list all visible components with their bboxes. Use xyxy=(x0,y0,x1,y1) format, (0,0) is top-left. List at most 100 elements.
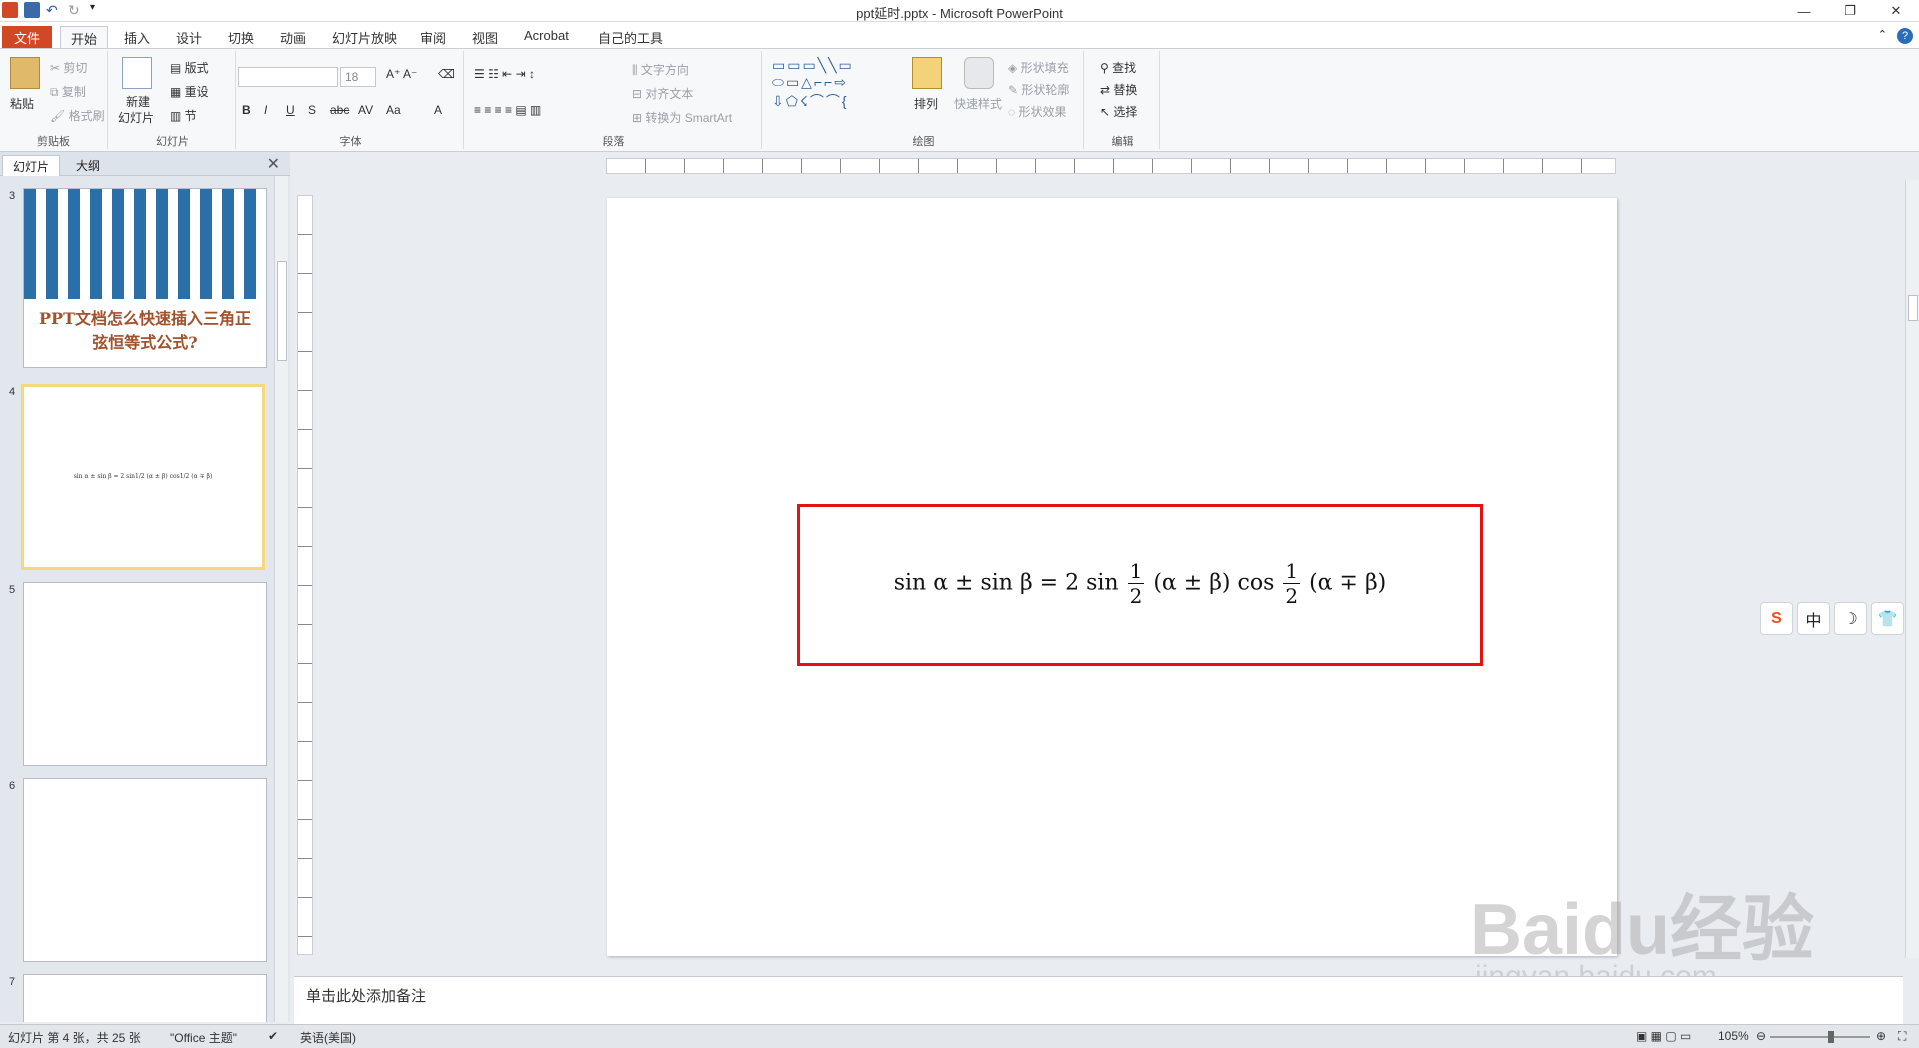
notes-pane[interactable]: 单击此处添加备注 xyxy=(294,976,1903,1024)
slides-pane-scrollbar[interactable] xyxy=(274,176,288,1022)
tab-view[interactable]: 视图 xyxy=(462,26,508,48)
fraction-denominator: 2 xyxy=(1129,584,1143,608)
close-pane-icon[interactable]: ✕ xyxy=(267,154,280,174)
slide-thumbnail-6[interactable] xyxy=(23,778,267,962)
vertical-ruler xyxy=(297,195,313,955)
smartart-button[interactable]: ⊞ 转换为 SmartArt xyxy=(632,109,732,126)
italic-button[interactable]: I xyxy=(264,103,267,117)
replace-button[interactable]: ⇄ 替换 xyxy=(1100,81,1137,98)
horizontal-ruler xyxy=(606,158,1616,174)
paragraph-label: 段落 xyxy=(602,136,625,148)
language-indicator[interactable]: 英语(美国) xyxy=(300,1029,356,1046)
tab-transitions[interactable]: 切换 xyxy=(218,26,264,48)
cut-button[interactable]: ✂ 剪切 xyxy=(50,59,87,76)
slide-canvas[interactable]: sin α ± sin β = 2 sin 12 (α ± β) cos 12 … xyxy=(607,198,1617,956)
reset-button[interactable]: ▦ 重设 xyxy=(170,83,209,100)
tab-acrobat[interactable]: Acrobat xyxy=(514,26,579,48)
smartart-icon: ⊞ xyxy=(632,111,646,125)
grow-font-button[interactable]: A⁺ A⁻ xyxy=(386,67,417,81)
tab-slides-pane[interactable]: 幻灯片 xyxy=(2,155,61,176)
formula-mid: (α ± β) cos xyxy=(1153,570,1275,596)
font-name-combo[interactable] xyxy=(238,67,338,87)
zoom-out-icon[interactable]: ⊖ xyxy=(1756,1029,1766,1043)
bullets-button[interactable]: ☰ ☷ ⇤ ⇥ ↕ xyxy=(474,67,535,81)
slide-thumbnail-5[interactable] xyxy=(23,582,267,766)
tab-insert[interactable]: 插入 xyxy=(114,26,160,48)
font-size-combo[interactable]: 18 xyxy=(340,67,376,87)
window-title: ppt延时.pptx - Microsoft PowerPoint xyxy=(856,6,1063,21)
shape-outline-button[interactable]: ✎ 形状轮廓 xyxy=(1008,81,1069,98)
shirt-icon[interactable]: 👕 xyxy=(1871,602,1904,635)
tab-home[interactable]: 开始 xyxy=(60,26,109,48)
scrollbar-thumb[interactable] xyxy=(277,261,287,361)
slide-thumbnail-4[interactable]: sin α ± sin β = 2 sin1/2 (α ± β) cos1/2 … xyxy=(21,384,265,570)
zoom-level[interactable]: 105% xyxy=(1718,1029,1749,1043)
shadow-button[interactable]: S xyxy=(308,103,316,117)
editing-group: ⚲ 查找 ⇄ 替换 ↖ 选择 编辑 xyxy=(1086,51,1160,149)
slide-thumbnail-7[interactable] xyxy=(23,974,267,1022)
sogou-logo-icon[interactable]: S xyxy=(1760,602,1793,635)
change-case-button[interactable]: Aa xyxy=(386,103,401,117)
tab-review[interactable]: 审阅 xyxy=(410,26,456,48)
restore-button[interactable]: ❐ xyxy=(1827,0,1873,22)
paste-button[interactable]: 粘贴 xyxy=(10,95,34,112)
char-spacing-button[interactable]: AV xyxy=(358,103,373,117)
tab-slideshow[interactable]: 幻灯片放映 xyxy=(322,26,407,48)
clipboard-group: 粘贴 ✂ 剪切 ⧉ 复制 🖌 格式刷 剪贴板 xyxy=(0,51,108,149)
strikethrough-button[interactable]: abc xyxy=(330,103,349,117)
clear-format-icon[interactable]: ⌫ xyxy=(438,67,455,81)
copy-button[interactable]: ⧉ 复制 xyxy=(50,83,86,100)
slide-thumbnail-3[interactable]: PPT文档怎么快速插入三角正弦恒等式公式? xyxy=(23,188,267,368)
slide-scrollbar[interactable] xyxy=(1905,180,1919,958)
font-color-button[interactable]: A xyxy=(434,103,442,117)
formula-prefix: sin α ± sin β = 2 sin xyxy=(893,570,1119,596)
spellcheck-icon[interactable]: ✔ xyxy=(268,1029,278,1043)
slides-pane-tabs: 幻灯片 大纲 ✕ xyxy=(0,152,290,176)
zoom-slider-knob[interactable] xyxy=(1828,1031,1834,1043)
align-text-button[interactable]: ⊟ 对齐文本 xyxy=(632,85,693,102)
minimize-ribbon-icon[interactable]: ⌃ xyxy=(1878,28,1887,44)
new-slide-label[interactable]: 新建 xyxy=(126,93,150,110)
shape-fill-button[interactable]: ◈ 形状填充 xyxy=(1008,59,1069,76)
tab-design[interactable]: 设计 xyxy=(166,26,212,48)
moon-icon[interactable]: ☽ xyxy=(1834,602,1867,635)
align-buttons[interactable]: ≡ ≡ ≡ ≡ ▤ ▥ xyxy=(474,103,541,117)
underline-button[interactable]: U xyxy=(286,103,295,117)
reset-icon: ▦ xyxy=(170,85,185,99)
view-buttons[interactable]: ▣ ▦ ▢ ▭ xyxy=(1636,1029,1691,1043)
help-icon[interactable]: ? xyxy=(1897,28,1913,44)
equation[interactable]: sin α ± sin β = 2 sin 12 (α ± β) cos 12 … xyxy=(800,559,1480,608)
section-button[interactable]: ▥ 节 xyxy=(170,107,197,124)
zoom-slider[interactable] xyxy=(1770,1031,1870,1043)
layout-button[interactable]: ▤ 版式 xyxy=(170,59,209,76)
zoom-in-icon[interactable]: ⊕ xyxy=(1876,1029,1886,1043)
new-slide-dropdown[interactable]: 幻灯片 xyxy=(118,109,154,126)
new-slide-icon[interactable] xyxy=(122,57,152,89)
arrange-button[interactable]: 排列 xyxy=(914,95,938,112)
tab-file[interactable]: 文件 xyxy=(2,26,52,48)
tab-animations[interactable]: 动画 xyxy=(270,26,316,48)
scrollbar-thumb[interactable] xyxy=(1908,295,1918,321)
quick-styles-button[interactable]: 快速样式 xyxy=(954,95,1002,112)
select-button[interactable]: ↖ 选择 xyxy=(1100,103,1137,120)
format-painter-button[interactable]: 🖌 格式刷 xyxy=(50,107,105,124)
formula-highlight-box[interactable]: sin α ± sin β = 2 sin 12 (α ± β) cos 12 … xyxy=(797,504,1483,666)
tab-outline-pane[interactable]: 大纲 xyxy=(66,155,110,176)
tab-my-tools[interactable]: 自己的工具 xyxy=(588,26,673,48)
fraction: 12 xyxy=(1283,559,1301,608)
minimize-button[interactable]: — xyxy=(1781,0,1827,22)
find-button[interactable]: ⚲ 查找 xyxy=(1100,59,1136,76)
ime-chinese-mode[interactable]: 中 xyxy=(1797,602,1830,635)
bold-button[interactable]: B xyxy=(242,103,251,117)
notes-placeholder[interactable]: 单击此处添加备注 xyxy=(306,985,426,1006)
quick-styles-icon[interactable] xyxy=(964,57,994,89)
arrange-icon[interactable] xyxy=(912,57,942,89)
shapes-gallery[interactable]: ▭▭▭╲╲▭ ⬭▭△⌐⌐⇨ ⇩⬠☇⌒⌒{ xyxy=(772,57,854,111)
slide-number: 7 xyxy=(9,976,16,988)
paste-icon[interactable] xyxy=(10,57,40,89)
fit-slide-icon[interactable]: ⛶ xyxy=(1898,1029,1906,1044)
clipboard-label: 剪贴板 xyxy=(37,136,70,148)
text-direction-button[interactable]: ⫼ 文字方向 xyxy=(632,61,689,78)
close-button[interactable]: ✕ xyxy=(1873,0,1919,22)
shape-effects-button[interactable]: ◌ 形状效果 xyxy=(1008,103,1066,120)
